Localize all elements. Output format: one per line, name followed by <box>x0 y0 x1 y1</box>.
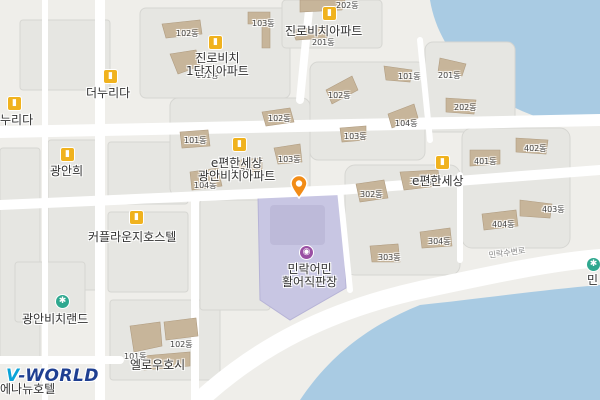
poi-label-e-pyeonhan[interactable]: e편한세상 <box>412 175 464 188</box>
poi-label-couple-town[interactable]: 커플라운지호스텔 <box>88 231 176 244</box>
building-label: 402동 <box>524 144 547 153</box>
building-label: 102동 <box>176 29 199 38</box>
apartment-icon[interactable]: ▮ <box>323 7 336 20</box>
market-icon[interactable]: ◉ <box>300 246 313 259</box>
poi-label-line: 광안비치아파트 <box>198 169 276 183</box>
poi-label-gwanganhui[interactable]: 광안희 <box>50 165 83 178</box>
theme-park-icon[interactable]: ✱ <box>56 295 69 308</box>
building-label: 101동 <box>398 72 421 81</box>
market-inner <box>270 205 325 245</box>
apartment-icon[interactable]: ▮ <box>233 138 246 151</box>
building-label: 103동 <box>344 132 367 141</box>
poi-label-jinro-beach-1[interactable]: 진로비치 1단지아파트 <box>186 52 249 78</box>
vworld-logo: V-WORLD <box>6 366 99 386</box>
apartment-icon[interactable]: ▮ <box>209 36 222 49</box>
building-label: 302동 <box>360 190 383 199</box>
apartment-icon[interactable]: ▮ <box>436 156 449 169</box>
harbor-water <box>300 285 600 400</box>
poi-label-beachland[interactable]: 광안비치랜드 <box>22 313 88 326</box>
map-canvas[interactable]: 202동 103동 102동 201동 101동 101동 201동 102동 … <box>0 0 600 400</box>
poi-label-e-pyeonhan-gwangan[interactable]: e편한세상 광안비치아파트 <box>198 157 275 183</box>
building-label: 102동 <box>328 91 351 100</box>
building-label: 201동 <box>312 38 335 47</box>
logo-text: -WORLD <box>18 366 99 386</box>
building-label: 201동 <box>438 71 461 80</box>
building-label: 401동 <box>474 157 497 166</box>
theme-park-icon[interactable]: ✱ <box>587 258 600 271</box>
poi-label-jinro-beach[interactable]: 진로비치아파트 <box>285 25 362 38</box>
map-base-layer <box>0 0 600 400</box>
building-label: 103동 <box>252 19 275 28</box>
building-label: 104동 <box>395 119 418 128</box>
poi-label-right-edge[interactable]: 민 <box>587 274 598 287</box>
building-label: 304동 <box>428 237 451 246</box>
building-label: 403동 <box>542 205 565 214</box>
hotel-icon[interactable]: ▮ <box>104 70 117 83</box>
building-label: 103동 <box>278 155 301 164</box>
location-marker-icon[interactable] <box>290 175 308 199</box>
poi-label-nurida[interactable]: 누리다 <box>0 114 33 127</box>
building-label: 202동 <box>454 103 477 112</box>
building-label: 101동 <box>184 136 207 145</box>
building-label: 202동 <box>336 1 359 10</box>
logo-prefix: V <box>6 366 19 386</box>
building-label: 102동 <box>170 340 193 349</box>
poi-label-deonurida[interactable]: 더누리다 <box>86 87 130 100</box>
hotel-icon[interactable]: ▮ <box>61 148 74 161</box>
building-label: 102동 <box>268 114 291 123</box>
poi-label-minrak-market[interactable]: 민락어민 활어직판장 <box>282 263 337 289</box>
hotel-icon[interactable]: ▮ <box>130 211 143 224</box>
building-label: 404동 <box>492 220 515 229</box>
poi-label-line: 활어직판장 <box>282 275 338 289</box>
poi-label-line: 1단지아파트 <box>186 64 249 78</box>
hotel-icon[interactable]: ▮ <box>8 97 21 110</box>
poi-label-yellow[interactable]: 엘로우호시 <box>130 359 185 372</box>
building-label: 303동 <box>378 253 401 262</box>
